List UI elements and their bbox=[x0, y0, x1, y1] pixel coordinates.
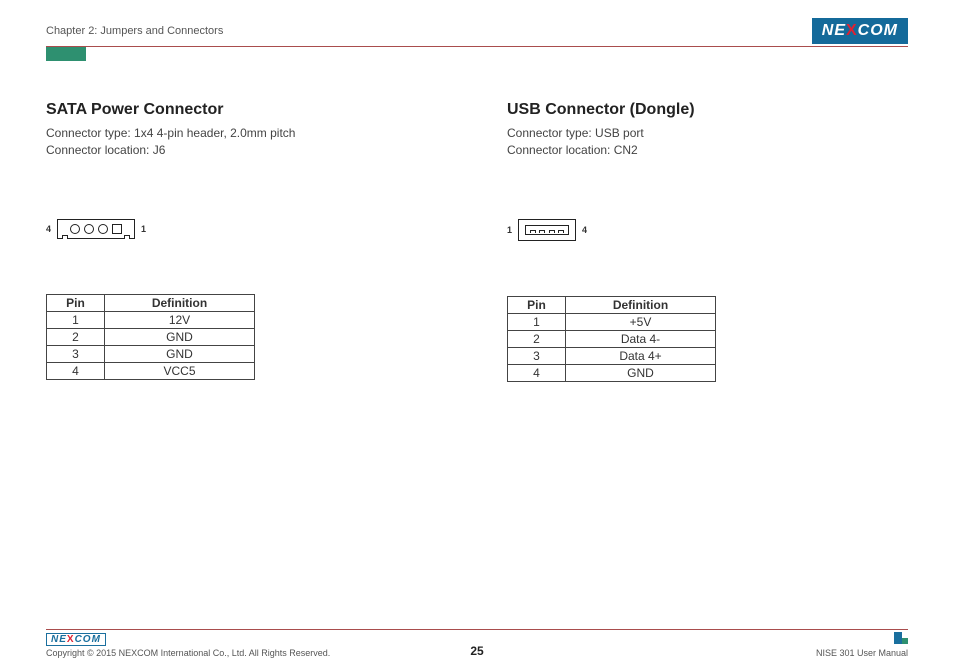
usb-desc1: Connector type: USB port bbox=[507, 125, 908, 142]
sata-desc2: Connector location: J6 bbox=[46, 142, 447, 159]
nexcom-logo-footer: NEXCOM bbox=[46, 633, 106, 646]
table-row: 3 GND bbox=[47, 345, 255, 362]
table-row: 3 Data 4+ bbox=[508, 347, 716, 364]
sata-pin-label-left: 4 bbox=[46, 224, 51, 234]
usb-pin-table: Pin Definition 1 +5V 2 Data 4- 3 Data 4+… bbox=[507, 296, 716, 382]
page-number: 25 bbox=[470, 644, 483, 658]
th-pin: Pin bbox=[47, 294, 105, 311]
sata-desc1: Connector type: 1x4 4-pin header, 2.0mm … bbox=[46, 125, 447, 142]
header-bar: Chapter 2: Jumpers and Connectors NEXCOM bbox=[46, 18, 908, 47]
sata-section: SATA Power Connector Connector type: 1x4… bbox=[46, 101, 447, 382]
pin-square-icon bbox=[112, 224, 122, 234]
pin-circle-icon bbox=[98, 224, 108, 234]
footer-bar: NEXCOM Copyright © 2015 NEXCOM Internati… bbox=[46, 629, 908, 658]
th-def: Definition bbox=[566, 296, 716, 313]
copyright-text: Copyright © 2015 NEXCOM International Co… bbox=[46, 648, 330, 658]
pin-circle-icon bbox=[70, 224, 80, 234]
sata-diagram: 4 1 bbox=[46, 219, 447, 239]
table-row: 4 GND bbox=[508, 364, 716, 381]
sata-pin-label-right: 1 bbox=[141, 224, 146, 234]
usb-pin-label-left: 1 bbox=[507, 225, 512, 235]
usb-connector-icon bbox=[518, 219, 576, 241]
usb-section: USB Connector (Dongle) Connector type: U… bbox=[507, 101, 908, 382]
sata-pin-table: Pin Definition 1 12V 2 GND 3 GND 4 VCC bbox=[46, 294, 255, 380]
usb-title: USB Connector (Dongle) bbox=[507, 101, 908, 119]
chapter-label: Chapter 2: Jumpers and Connectors bbox=[46, 25, 223, 40]
usb-desc2: Connector location: CN2 bbox=[507, 142, 908, 159]
usb-inner-icon bbox=[525, 225, 569, 235]
manual-name: NISE 301 User Manual bbox=[816, 648, 908, 658]
th-pin: Pin bbox=[508, 296, 566, 313]
table-row: 1 12V bbox=[47, 311, 255, 328]
th-def: Definition bbox=[105, 294, 255, 311]
table-row: 1 +5V bbox=[508, 313, 716, 330]
usb-pin-label-right: 4 bbox=[582, 225, 587, 235]
nexcom-logo-top: NEXCOM bbox=[812, 18, 908, 44]
green-accent bbox=[46, 47, 86, 61]
table-row: 2 GND bbox=[47, 328, 255, 345]
table-row: 2 Data 4- bbox=[508, 330, 716, 347]
usb-diagram: 1 4 bbox=[507, 219, 908, 241]
pin-circle-icon bbox=[84, 224, 94, 234]
sata-connector-icon bbox=[57, 219, 135, 239]
table-row: 4 VCC5 bbox=[47, 362, 255, 379]
sata-title: SATA Power Connector bbox=[46, 101, 447, 119]
